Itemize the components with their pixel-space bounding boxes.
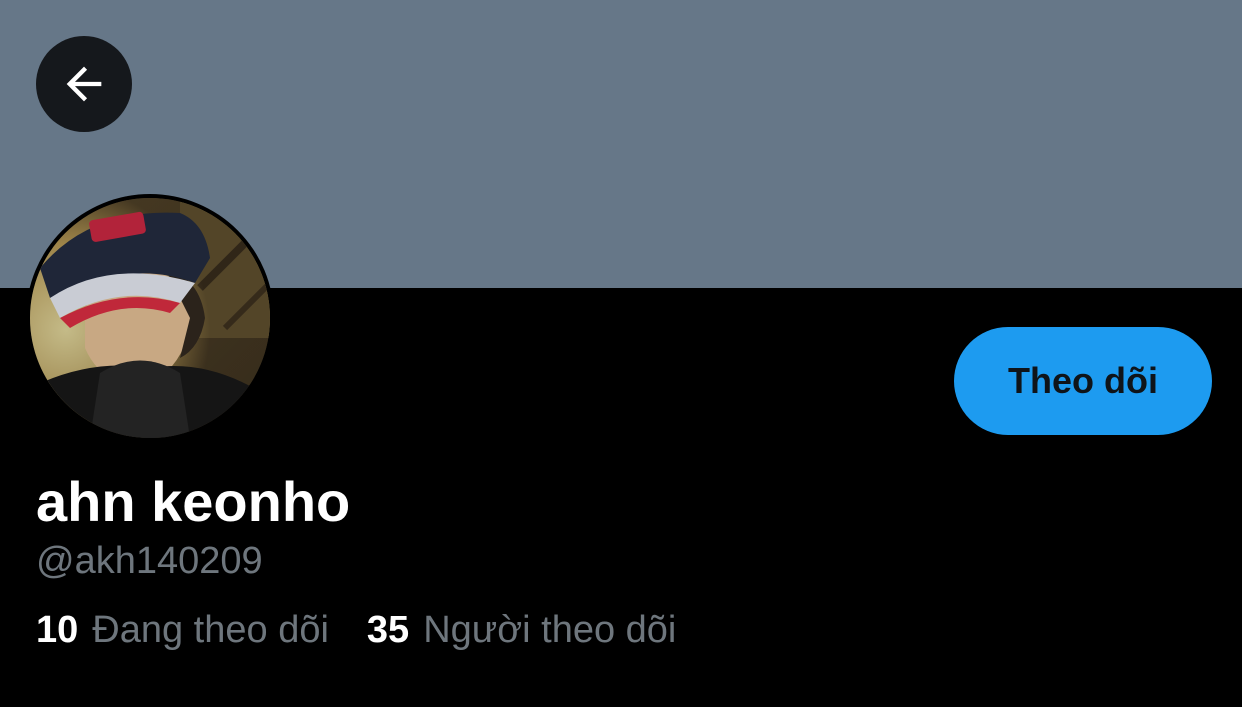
- arrow-left-icon: [66, 66, 102, 102]
- followers-stat[interactable]: 35 Người theo dõi: [367, 609, 676, 652]
- profile-page: Theo dõi ahn keonho @akh140209 10 Đang t…: [0, 0, 1242, 707]
- back-button[interactable]: [36, 36, 132, 132]
- avatar-frame: [26, 194, 274, 442]
- following-count: 10: [36, 608, 79, 651]
- following-stat[interactable]: 10 Đang theo dõi: [36, 609, 329, 652]
- profile-display-name: ahn keonho: [36, 470, 351, 533]
- followers-label: Người theo dõi: [423, 608, 677, 651]
- follow-button[interactable]: Theo dõi: [954, 327, 1212, 435]
- profile-handle: @akh140209: [36, 540, 263, 582]
- following-label: Đang theo dõi: [92, 608, 329, 651]
- followers-count: 35: [366, 608, 410, 651]
- profile-stats: 10 Đang theo dõi 35 Người theo dõi: [36, 605, 714, 655]
- avatar[interactable]: [30, 198, 270, 438]
